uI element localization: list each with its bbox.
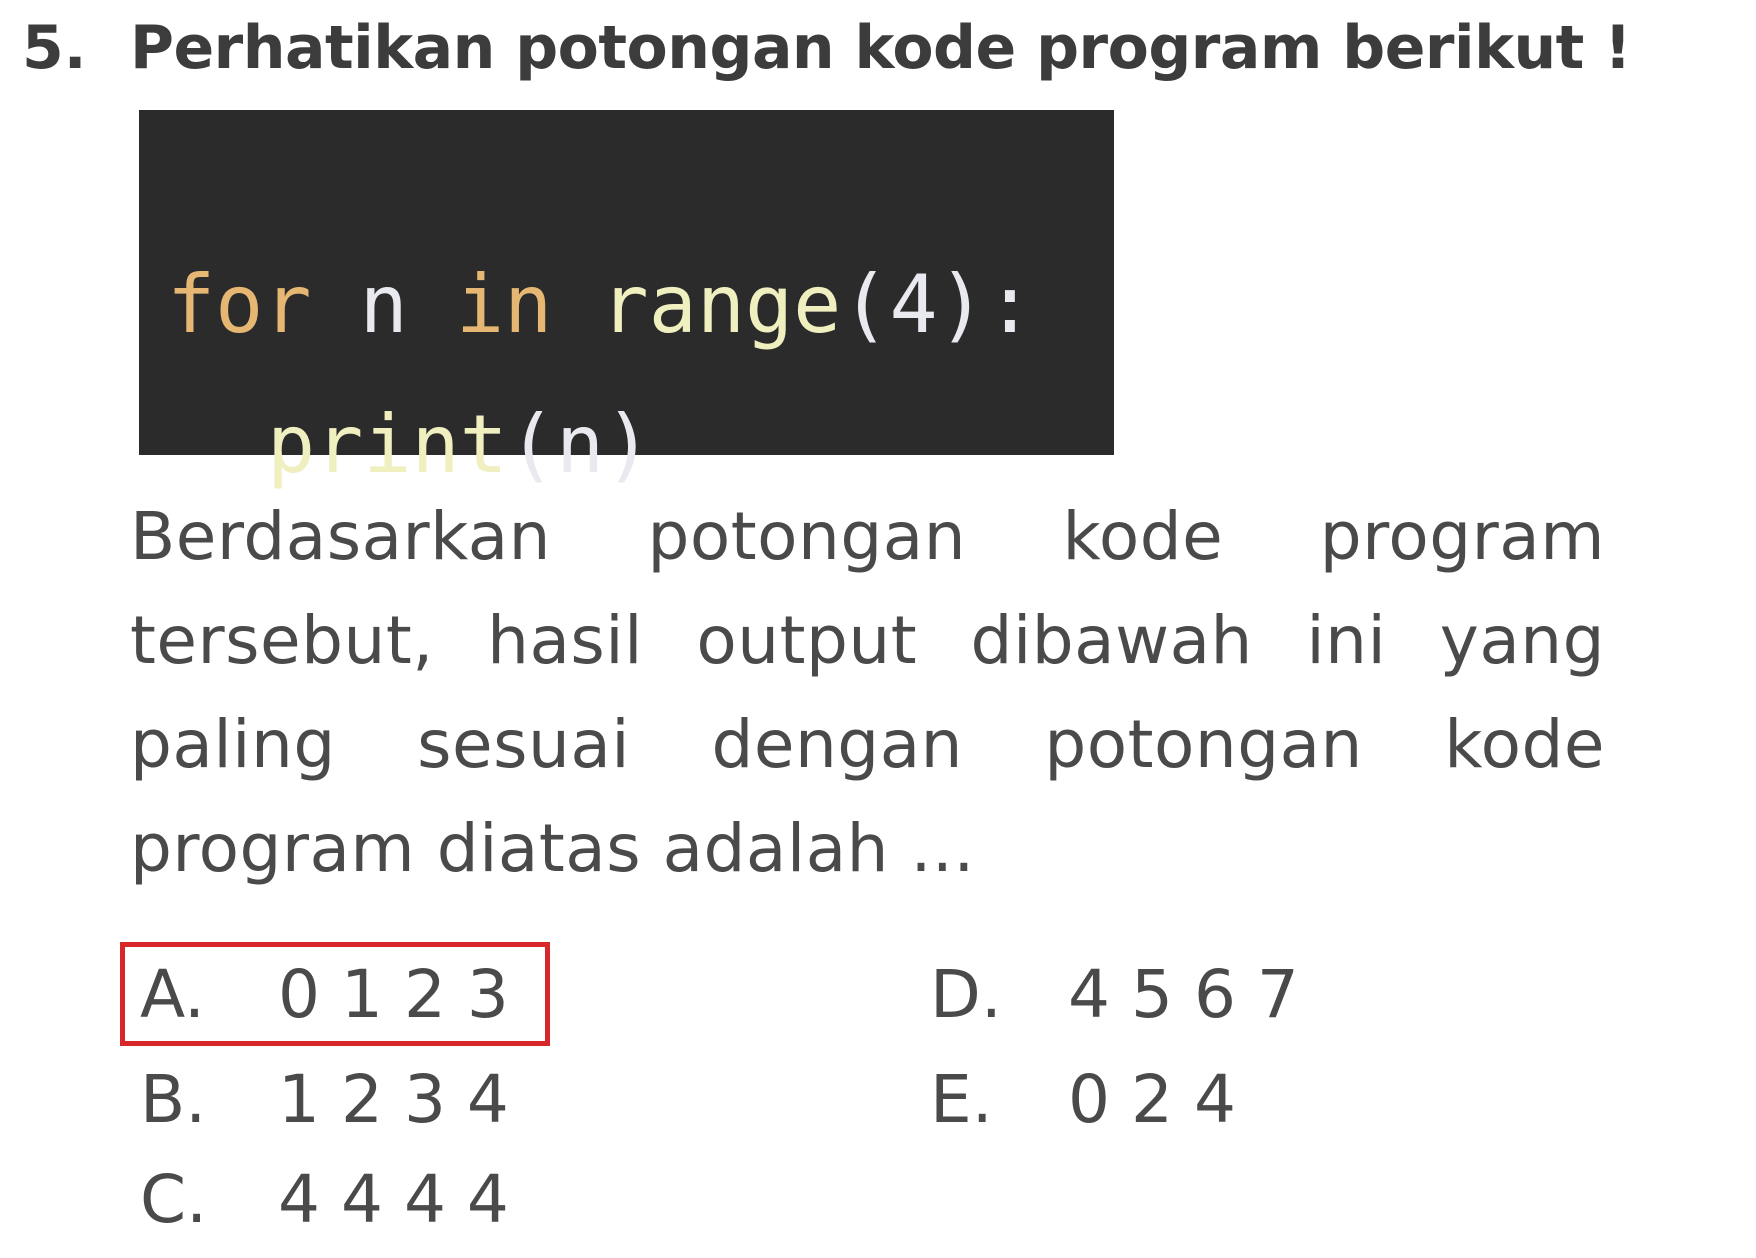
- option-e[interactable]: E. 0 2 4: [930, 1060, 1236, 1140]
- option-e-value: 0 2 4: [1068, 1061, 1236, 1138]
- code-line-for: for n in range(4):: [167, 265, 1034, 345]
- question-title: Perhatikan potongan kode program berikut…: [130, 13, 1632, 83]
- code-print-args: (n): [507, 398, 653, 491]
- code-function-print: print: [267, 398, 508, 491]
- code-line-print: print(n): [267, 405, 652, 485]
- option-a-value: 0 1 2 3: [278, 956, 509, 1033]
- option-b-letter: B.: [140, 1061, 207, 1138]
- option-d[interactable]: D. 4 5 6 7: [930, 955, 1299, 1035]
- option-c[interactable]: C. 4 4 4 4: [140, 1160, 509, 1240]
- option-e-letter: E.: [930, 1061, 993, 1138]
- option-c-value: 4 4 4 4: [278, 1161, 509, 1238]
- option-a-letter: A.: [140, 956, 205, 1033]
- code-keyword-for: for: [167, 258, 312, 351]
- question-number: 5.: [22, 13, 87, 83]
- code-block: for n in range(4): print(n): [139, 110, 1114, 485]
- option-a[interactable]: A. 0 1 2 3: [140, 955, 509, 1035]
- code-keyword-in: in: [456, 258, 553, 351]
- option-b[interactable]: B. 1 2 3 4: [140, 1060, 509, 1140]
- code-variable-n: n: [359, 258, 408, 351]
- code-function-range: range: [600, 258, 842, 351]
- code-range-args: (4):: [841, 258, 1034, 351]
- option-d-letter: D.: [930, 956, 1002, 1033]
- question-text: Berdasarkan potongan kode program terseb…: [130, 498, 1605, 887]
- option-b-value: 1 2 3 4: [278, 1061, 509, 1138]
- option-d-value: 4 5 6 7: [1068, 956, 1299, 1033]
- option-c-letter: C.: [140, 1161, 208, 1238]
